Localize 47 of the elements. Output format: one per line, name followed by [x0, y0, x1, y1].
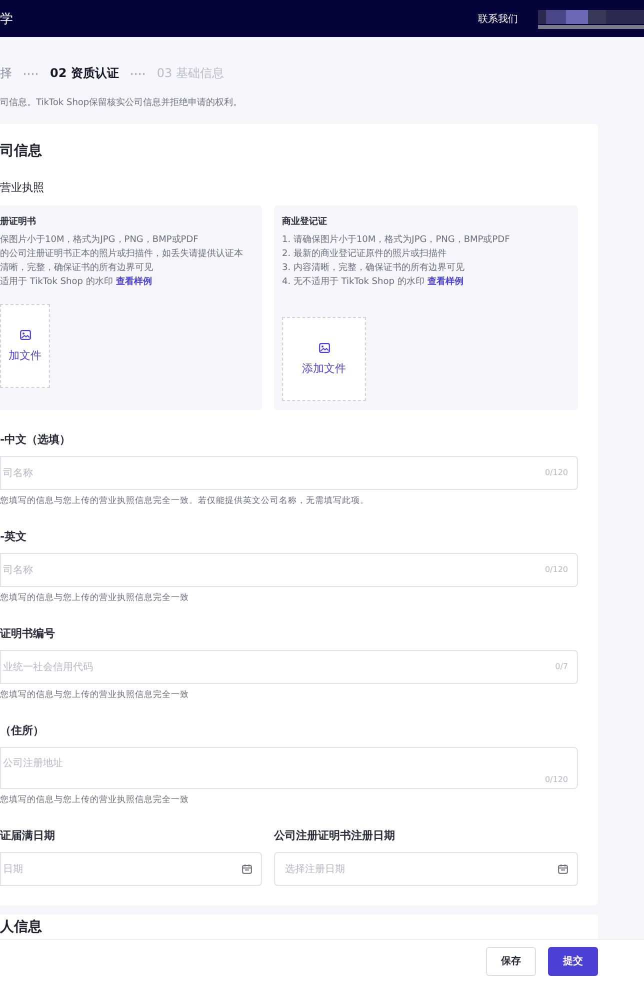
notice-text: 司信息。TikTok Shop保留核实公司信息并拒绝申请的权利。	[0, 96, 244, 109]
calendar-icon	[242, 864, 252, 874]
step-label: 02 资质认证	[50, 65, 119, 82]
submit-button[interactable]: 提交	[548, 946, 598, 976]
sample-link[interactable]: 查看样例	[116, 277, 152, 287]
requirement-text: 清晰，完整，确保证书的所有边界可见	[0, 263, 153, 273]
requirement-text: 适用于 TikTok Shop 的水印	[0, 277, 113, 287]
field-label: -英文	[0, 529, 28, 544]
helper-text: 您填写的信息与您上传的营业执照信息完全一致。若仅能提供英文公司名称，无需填写此项。	[0, 495, 370, 507]
section-subtitle: 营业执照	[0, 180, 45, 195]
requirement-text: 保图片小于10M，格式为JPG，PNG，BMP或PDF	[0, 235, 198, 245]
char-counter: 0/120	[544, 468, 568, 477]
field-label: 证届满日期	[0, 828, 56, 843]
helper-text: 您填写的信息与您上传的营业执照信息完全一致	[0, 794, 190, 806]
upload-title: 商业登记证	[282, 215, 328, 228]
helper-text: 您填写的信息与您上传的营业执照信息完全一致	[0, 689, 190, 701]
step-connector-icon	[24, 72, 38, 76]
field-label: 证明书编号	[0, 626, 56, 641]
requirement-text: 4. 无不适用于 TikTok Shop 的水印	[282, 277, 424, 287]
calendar-icon	[558, 864, 568, 874]
image-icon	[318, 342, 330, 352]
char-counter: 0/120	[544, 775, 568, 784]
step-connector-icon	[130, 72, 145, 76]
helper-text: 您填写的信息与您上传的营业执照信息完全一致	[0, 592, 190, 604]
add-file-button[interactable]: 加文件	[0, 304, 50, 388]
date-field[interactable]: 选择注册日期	[274, 852, 578, 886]
step-label: 择	[0, 65, 12, 82]
date-field[interactable]: 日期	[0, 852, 262, 886]
char-counter: 0/120	[544, 565, 568, 574]
save-button[interactable]: 保存	[486, 946, 536, 976]
requirement-text: 2. 最新的商业登记证原件的照片或扫描件	[282, 249, 446, 259]
requirement-text: 3. 内容清晰，完整，确保证书的所有边界可见	[282, 263, 464, 273]
image-icon	[20, 330, 30, 340]
field-label: 公司注册证明书注册日期	[274, 828, 396, 843]
contact-link[interactable]: 联系我们	[478, 12, 518, 26]
step-label: 03 基础信息	[156, 65, 224, 82]
section-title: 人信息	[0, 918, 43, 936]
char-counter: 0/7	[555, 662, 568, 671]
upload-title: 册证明书	[0, 215, 37, 228]
requirement-text: 的公司注册证明书正本的照片或扫描件，如丢失请提供认证本	[0, 249, 243, 259]
sample-link[interactable]: 查看样例	[427, 277, 464, 287]
field-label: （住所）	[0, 723, 45, 738]
site-title: 学	[0, 10, 13, 28]
section-title: 司信息	[0, 142, 43, 160]
requirement-text: 1. 请确保图片小于10M，格式为JPG，PNG，BMP或PDF	[282, 235, 510, 245]
add-file-button[interactable]: 添加文件	[282, 317, 366, 401]
field-label: -中文（选填）	[0, 432, 72, 447]
